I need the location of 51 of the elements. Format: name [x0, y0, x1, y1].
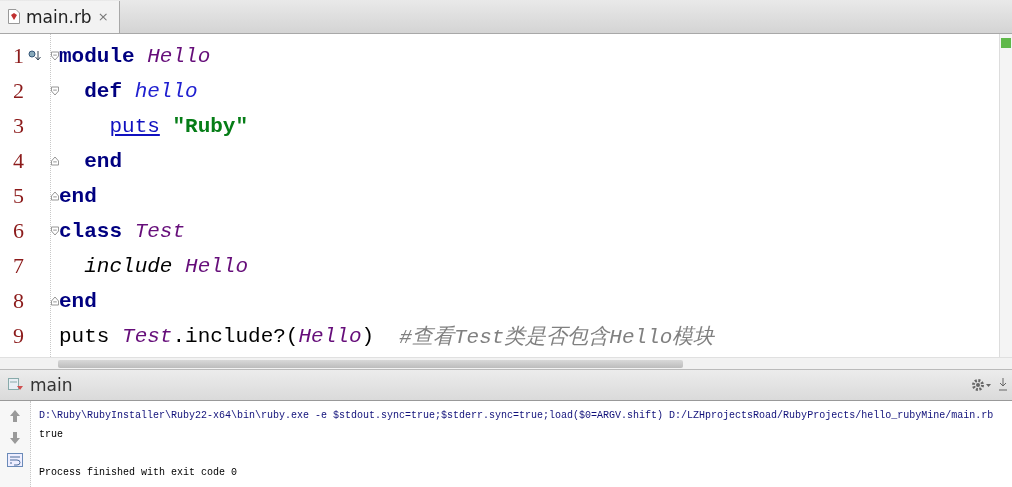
code-text: class — [59, 219, 122, 243]
editor-tab[interactable]: main.rb × — [0, 0, 120, 33]
code-text: Test — [133, 219, 186, 243]
status-ok-icon — [1001, 37, 1011, 48]
line-number: 8 — [12, 288, 24, 314]
close-icon[interactable]: × — [97, 9, 109, 24]
code-text: #查看Test类是否包含Hello模块 — [398, 324, 715, 350]
fold-marker-icon[interactable] — [51, 226, 59, 236]
line-number: 6 — [12, 218, 24, 244]
ruby-file-icon — [8, 9, 20, 24]
run-window-title: main — [30, 375, 74, 396]
settings-icon[interactable] — [970, 377, 992, 394]
code-text: Hello — [146, 44, 211, 68]
code-text: Test — [121, 324, 173, 348]
code-text: end — [59, 289, 97, 313]
console-line: D:\Ruby\RubyInstaller\Ruby22-x64\bin\ruby.exe -e $stdout.sync=true;$stderr.sync=true;load($0=ARGV.shift) D:/LZHprojectsRoad/RubyProjects/hello_rubyMine/main.rb — [39, 409, 995, 423]
arrow-up-icon[interactable] — [9, 409, 21, 423]
line-number: 4 — [12, 148, 24, 174]
code-text: hello — [133, 79, 198, 103]
code-text: Hello — [184, 254, 249, 278]
fold-marker-icon[interactable] — [51, 296, 59, 306]
code-text: Hello — [298, 324, 362, 348]
arrow-down-icon[interactable] — [9, 431, 21, 445]
line-number: 5 — [12, 183, 24, 209]
run-window-icon — [8, 378, 24, 393]
line-number: 3 — [12, 113, 24, 139]
code-text: ) — [361, 324, 375, 348]
code-text: end — [59, 184, 97, 208]
fold-marker-icon[interactable] — [51, 156, 59, 166]
fold-marker-icon[interactable] — [51, 51, 59, 61]
code-text: include — [83, 254, 173, 278]
console-line: Process finished with exit code 0 — [39, 466, 239, 480]
code-text: puts — [59, 324, 110, 348]
line-number: 7 — [12, 253, 24, 279]
fold-marker-icon[interactable] — [51, 86, 59, 96]
line-number: 2 — [12, 78, 24, 104]
console-line: true — [39, 428, 64, 442]
code-text: "Ruby" — [171, 114, 249, 138]
soft-wrap-icon[interactable] — [7, 453, 23, 467]
code-text: module — [59, 44, 135, 68]
code-text: puts — [108, 114, 160, 138]
code-text: .include?( — [172, 324, 299, 348]
tab-title: main.rb — [26, 6, 92, 27]
code-text: def — [83, 79, 123, 103]
implementation-marker-icon[interactable] — [28, 50, 42, 62]
code-text: end — [83, 149, 123, 173]
line-number: 9 — [12, 323, 24, 349]
line-number: 1 — [12, 43, 24, 69]
fold-marker-icon[interactable] — [51, 191, 59, 201]
hide-panel-icon[interactable] — [998, 377, 1008, 394]
scrollbar-thumb[interactable] — [58, 359, 683, 368]
